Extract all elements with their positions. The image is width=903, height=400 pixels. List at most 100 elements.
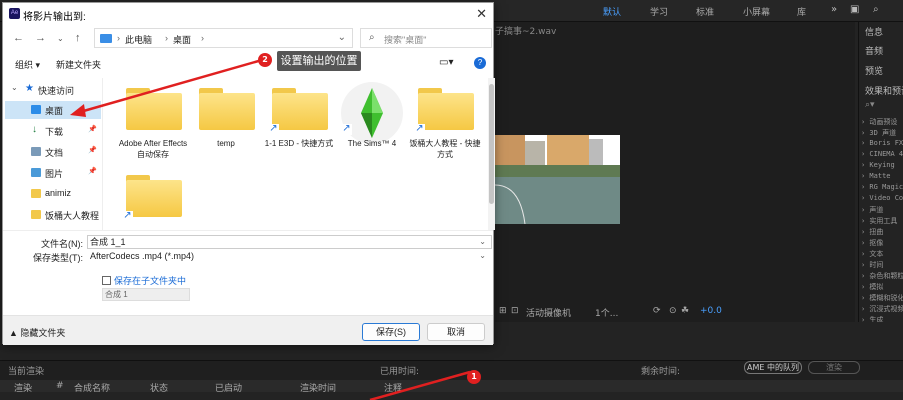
effect-category[interactable]: › 时间: [861, 260, 883, 270]
views-select[interactable]: 1个...: [595, 306, 618, 319]
effect-category[interactable]: › Matte: [861, 172, 891, 180]
hide-folders-toggle[interactable]: ▲ 隐藏文件夹: [9, 326, 65, 339]
close-icon[interactable]: ✕: [476, 6, 487, 22]
folder-icon: [31, 189, 41, 198]
workspace-standard[interactable]: 标准: [696, 5, 714, 18]
sidebar-item-quick-access[interactable]: ⌄ ★ 快速访问: [5, 81, 101, 99]
workspace-default[interactable]: 默认: [603, 5, 621, 18]
sidebar-item-animiz[interactable]: animiz: [5, 185, 101, 203]
effect-category[interactable]: › 模糊和锐化: [861, 293, 903, 303]
file-item[interactable]: Adobe After Effects 自动保存: [119, 80, 187, 160]
organize-label: 组织: [15, 60, 34, 70]
effect-category[interactable]: › 沉浸式视频: [861, 304, 903, 314]
effects-search-icon[interactable]: ⌕▾: [865, 100, 875, 110]
sidebar-item-tutorials[interactable]: 饭桶大人教程: [5, 206, 101, 224]
file-label: The Sims™ 4: [347, 139, 397, 148]
chevron-down-icon[interactable]: ⌄: [479, 236, 486, 248]
organize-button[interactable]: 组织 ▾: [15, 58, 40, 71]
color-icon[interactable]: ☘: [681, 306, 689, 316]
forward-icon[interactable]: →: [35, 32, 46, 44]
effect-category[interactable]: › 文本: [861, 249, 883, 259]
effect-category[interactable]: › 动画预设: [861, 117, 897, 127]
sidebar-item-label: 饭桶大人教程: [45, 211, 100, 221]
effect-category[interactable]: › 声道: [861, 205, 883, 215]
address-bar[interactable]: › 此电脑 › 桌面 › ⌄: [94, 28, 353, 48]
effect-category[interactable]: › 扭曲: [861, 227, 883, 237]
filename-input[interactable]: 合成 1_1 ⌄: [87, 235, 492, 249]
back-icon[interactable]: ←: [13, 32, 24, 44]
snapshot-icon[interactable]: ⊙: [669, 306, 677, 316]
effect-category[interactable]: › Keying: [861, 161, 895, 169]
view-icon[interactable]: ▭▾: [439, 57, 453, 68]
ame-queue-button[interactable]: AME 中的队列: [744, 361, 802, 374]
effect-category[interactable]: › 实用工具: [861, 216, 897, 226]
workspace-small-screen[interactable]: 小屏幕: [743, 5, 770, 18]
filetype-select[interactable]: AfterCodecs .mp4 (*.mp4) ⌄: [87, 249, 492, 263]
pin-icon[interactable]: 📌: [88, 125, 97, 133]
folder-icon: [272, 88, 328, 130]
expand-icon[interactable]: »: [831, 4, 837, 15]
preview-image: [495, 135, 620, 224]
effect-category[interactable]: › CINEMA 4D: [861, 150, 903, 158]
effect-category[interactable]: › 3D 声道: [861, 128, 896, 138]
panel-audio[interactable]: 音频: [865, 44, 883, 57]
effect-category[interactable]: › 生成: [861, 315, 883, 322]
grid-icon[interactable]: ⊞: [499, 306, 507, 316]
panel-preview[interactable]: 预览: [865, 64, 883, 77]
cancel-button[interactable]: 取消: [427, 323, 485, 341]
workspace-learn[interactable]: 学习: [650, 5, 668, 18]
scrollbar-thumb[interactable]: [489, 84, 494, 204]
new-folder-button[interactable]: 新建文件夹: [56, 58, 101, 71]
effect-category[interactable]: › 模拟: [861, 282, 883, 292]
exposure-value[interactable]: +0.0: [700, 306, 722, 316]
table-row[interactable]: [0, 392, 903, 400]
breadcrumb-desktop[interactable]: 桌面: [173, 33, 191, 46]
pin-icon[interactable]: 📌: [88, 167, 97, 175]
save-button[interactable]: 保存(S): [362, 323, 420, 341]
file-item[interactable]: temp: [193, 80, 259, 160]
camera-select[interactable]: 活动摄像机: [526, 306, 571, 319]
document-icon: [31, 147, 41, 156]
file-item[interactable]: ↗ 1-1 E3D - 快捷方式: [265, 80, 333, 160]
col-number[interactable]: #: [56, 381, 64, 391]
search-box[interactable]: ⌕ 搜索"桌面": [360, 28, 492, 48]
effect-category[interactable]: › 杂色和颗粒: [861, 271, 903, 281]
file-list-scrollbar[interactable]: [488, 78, 495, 230]
subfolder-checkbox[interactable]: [102, 276, 111, 285]
effect-category[interactable]: › RG Magic B: [861, 183, 903, 191]
sidebar-item-desktop[interactable]: 桌面: [5, 101, 101, 119]
render-button[interactable]: 渲染: [808, 361, 860, 374]
chevron-down-icon[interactable]: ⌄: [479, 250, 486, 262]
reset-icon[interactable]: ⟳: [653, 306, 661, 316]
effect-category[interactable]: › Boris FX M: [861, 139, 903, 147]
dialog-title: 将影片输出到:: [23, 12, 86, 23]
panel-effects[interactable]: 效果和预设: [865, 84, 903, 97]
filetype-row: 保存类型(T): AfterCodecs .mp4 (*.mp4) ⌄: [3, 249, 493, 263]
collapse-chevron-icon[interactable]: ⌄: [11, 83, 18, 92]
effect-category[interactable]: › Video Copi: [861, 194, 903, 202]
sidebar-item-downloads[interactable]: ↓ 下载 📌: [5, 122, 101, 140]
remaining-time-label: 剩余时间:: [641, 367, 681, 377]
file-item[interactable]: ↗ The Sims™ 4: [339, 80, 405, 160]
subfolder-label[interactable]: 保存在子文件夹中: [114, 274, 186, 287]
effect-category[interactable]: › 抠像: [861, 238, 883, 248]
pin-icon[interactable]: 📌: [88, 146, 97, 154]
sidebar-item-documents[interactable]: 文档 📌: [5, 143, 101, 161]
panel-info[interactable]: 信息: [865, 25, 883, 38]
breadcrumb-this-pc[interactable]: 此电脑: [125, 33, 152, 46]
address-dropdown-icon[interactable]: ⌄: [338, 32, 346, 43]
file-item[interactable]: ↗ 饭桶大人教程 - 快捷方式: [409, 80, 481, 160]
sidebar-item-pictures[interactable]: 图片 📌: [5, 164, 101, 182]
used-time-label: 已用时间:: [380, 367, 420, 377]
search-icon[interactable]: ⌕: [873, 4, 879, 15]
workspace-library[interactable]: 库: [797, 5, 806, 18]
recent-chevron-icon[interactable]: ⌄: [57, 34, 64, 43]
panel-icon[interactable]: ▣: [850, 4, 859, 15]
file-label: Adobe After Effects 自动保存: [118, 139, 188, 159]
folder-icon: [418, 88, 474, 130]
up-icon[interactable]: ↑: [75, 32, 81, 44]
mask-icon[interactable]: ⊡: [511, 306, 519, 316]
step-badge-1: 1: [467, 370, 481, 384]
ae-app-icon: Ae: [9, 8, 20, 19]
help-icon[interactable]: ?: [474, 57, 486, 69]
